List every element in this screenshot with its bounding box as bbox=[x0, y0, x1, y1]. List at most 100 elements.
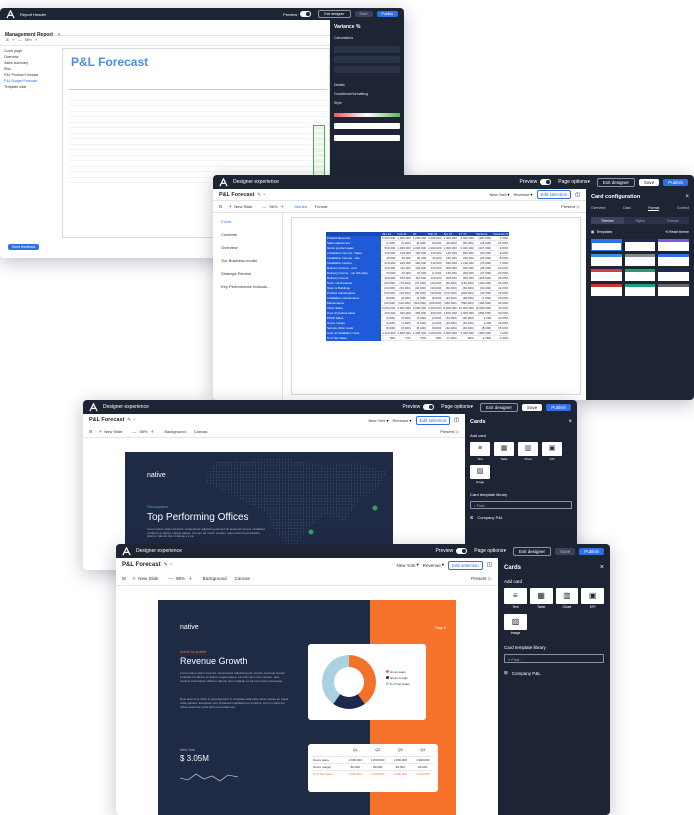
edit-selection-button[interactable]: Edit selection bbox=[536, 190, 572, 199]
panel-toggle-icon[interactable]: ◫ bbox=[487, 562, 492, 568]
card-type-kpi[interactable]: ▣ KPI bbox=[581, 588, 604, 609]
edit-selection-button[interactable]: Edit selection bbox=[415, 415, 451, 425]
slides-icon[interactable]: ⊟ bbox=[219, 204, 222, 209]
find-input[interactable]: ⌕ Find... bbox=[504, 654, 604, 663]
card-type-image[interactable]: ▨ Image bbox=[470, 465, 490, 484]
close-icon[interactable]: × bbox=[685, 194, 689, 200]
edit-selection-button[interactable]: Edit selection bbox=[448, 560, 483, 570]
present-button[interactable]: Present bbox=[561, 204, 575, 209]
save-button[interactable]: Save bbox=[521, 403, 543, 411]
tab-overview[interactable]: Overview bbox=[591, 206, 606, 211]
card-type-kpi[interactable]: ▣ KPI bbox=[542, 442, 562, 461]
slide-item[interactable]: Strategic Review bbox=[221, 271, 274, 276]
calc-row[interactable] bbox=[334, 66, 400, 73]
exit-designer-button[interactable]: Exit designer bbox=[479, 402, 518, 412]
tab-format[interactable]: Format bbox=[315, 204, 328, 209]
theme-swatch[interactable] bbox=[658, 239, 689, 251]
theme-swatch[interactable] bbox=[658, 284, 689, 296]
close-icon[interactable]: × bbox=[600, 564, 604, 571]
slides-icon[interactable]: ⊟ bbox=[89, 429, 92, 434]
card-type-image[interactable]: ▨ Image bbox=[504, 614, 527, 635]
slide-item[interactable]: Our Business model bbox=[221, 258, 274, 263]
preview-toggle[interactable] bbox=[423, 404, 435, 410]
city-filter[interactable]: New York bbox=[396, 563, 415, 568]
new-slide-button[interactable]: New Slide bbox=[104, 429, 122, 434]
present-button[interactable]: Present bbox=[471, 576, 487, 581]
panel-section[interactable]: Calculations bbox=[334, 36, 400, 40]
slide-item[interactable]: Overview bbox=[221, 245, 274, 250]
subtab-styles[interactable]: Styles bbox=[624, 217, 657, 224]
edit-icon[interactable]: ✎ ◔ bbox=[164, 562, 173, 568]
publish-button[interactable]: Publish bbox=[376, 11, 398, 17]
nav-item[interactable]: Template slide bbox=[0, 84, 60, 90]
tab-format-active[interactable]: Format bbox=[648, 206, 660, 211]
page-options-dropdown[interactable]: Page options bbox=[441, 404, 470, 410]
exit-designer-button[interactable]: Exit designer bbox=[512, 546, 551, 556]
style-field[interactable] bbox=[334, 135, 400, 141]
theme-swatch[interactable] bbox=[624, 254, 656, 266]
color-range-bar[interactable] bbox=[334, 113, 400, 117]
card-type-table[interactable]: ▦ Table bbox=[529, 588, 553, 609]
panel-section[interactable]: Details bbox=[334, 83, 400, 87]
panel-section[interactable]: Style bbox=[334, 101, 400, 105]
card-type-chart[interactable]: ▥ Chart bbox=[555, 588, 579, 609]
tab-context[interactable]: Context bbox=[677, 206, 689, 211]
preview-toggle[interactable] bbox=[300, 11, 312, 17]
theme-swatch[interactable] bbox=[591, 284, 622, 296]
card-type-table[interactable]: ▦ Table bbox=[494, 442, 514, 461]
card-type-text[interactable]: ≡ Text bbox=[470, 442, 490, 461]
theme-swatch[interactable] bbox=[624, 239, 656, 251]
subtab-themes[interactable]: Themes bbox=[591, 217, 624, 224]
quarter-table-card[interactable]: Q1 Q2 Q3 Q4 Gross sales 1,900,000 1,800,00… bbox=[308, 744, 438, 792]
feedback-button[interactable]: Send feedback bbox=[8, 244, 40, 250]
publish-button[interactable]: Publish bbox=[579, 547, 604, 555]
revenue-filter[interactable]: Revenue bbox=[392, 418, 408, 423]
slides-icon[interactable]: ⊟ bbox=[122, 576, 126, 582]
city-filter[interactable]: New York bbox=[490, 192, 507, 197]
revenue-filter[interactable]: Revenue bbox=[423, 563, 441, 568]
slide-item[interactable]: Contents bbox=[221, 232, 274, 237]
reset-theme-button[interactable]: Reset theme bbox=[669, 230, 689, 234]
panel-section[interactable]: Conditional formatting bbox=[334, 92, 400, 96]
preview-toggle[interactable] bbox=[456, 548, 468, 554]
save-button[interactable]: Save bbox=[354, 11, 373, 17]
theme-swatch[interactable] bbox=[591, 254, 622, 266]
card-type-text[interactable]: ≡ Text bbox=[504, 588, 527, 609]
edit-icon[interactable]: ✎ ◔ bbox=[257, 192, 265, 198]
revenue-filter[interactable]: Revenue bbox=[513, 192, 529, 197]
new-slide-icon[interactable]: ⊞ bbox=[6, 38, 9, 42]
exit-designer-button[interactable]: Exit designer bbox=[596, 177, 635, 187]
publish-button[interactable]: Publish bbox=[546, 403, 571, 411]
theme-swatch[interactable] bbox=[624, 284, 656, 296]
theme-swatch[interactable] bbox=[658, 269, 689, 281]
calc-row[interactable] bbox=[334, 56, 400, 63]
style-field[interactable] bbox=[334, 123, 400, 129]
present-button[interactable]: Present bbox=[440, 429, 454, 434]
page-options-dropdown[interactable]: Page options bbox=[474, 548, 503, 554]
subtab-format[interactable]: Format bbox=[656, 217, 689, 224]
panel-toggle-icon[interactable]: ◫ bbox=[454, 417, 459, 423]
slide-item[interactable]: Key Performance Indicato... bbox=[221, 284, 274, 289]
theme-swatch[interactable] bbox=[658, 254, 689, 266]
publish-button[interactable]: Publish bbox=[663, 178, 688, 186]
city-filter[interactable]: New York bbox=[369, 418, 386, 423]
calc-row[interactable] bbox=[334, 46, 400, 53]
tab-stories[interactable]: Stories bbox=[294, 204, 306, 209]
panel-toggle-icon[interactable]: ◫ bbox=[575, 192, 580, 198]
canvas-button[interactable]: Canvas bbox=[235, 576, 250, 581]
find-input[interactable]: ⌕ Find... bbox=[470, 501, 572, 509]
tab-data[interactable]: Data bbox=[623, 206, 630, 211]
company-pnl-item[interactable]: Company P&L bbox=[477, 515, 503, 520]
save-button[interactable]: Save bbox=[554, 547, 576, 555]
theme-swatch[interactable] bbox=[591, 239, 622, 251]
close-icon[interactable]: × bbox=[568, 419, 572, 425]
new-slide-button[interactable]: New Slide bbox=[138, 576, 158, 581]
card-type-chart[interactable]: ▥ Chart bbox=[518, 442, 538, 461]
save-button[interactable]: Save bbox=[638, 178, 660, 186]
canvas-button[interactable]: Canvas bbox=[194, 429, 208, 434]
theme-swatch[interactable] bbox=[591, 269, 622, 281]
preview-toggle[interactable] bbox=[540, 179, 552, 185]
company-pnl-item[interactable]: Company P&L bbox=[512, 671, 541, 676]
slide-item-active[interactable]: Cover bbox=[221, 219, 274, 224]
theme-swatch[interactable] bbox=[624, 269, 656, 281]
